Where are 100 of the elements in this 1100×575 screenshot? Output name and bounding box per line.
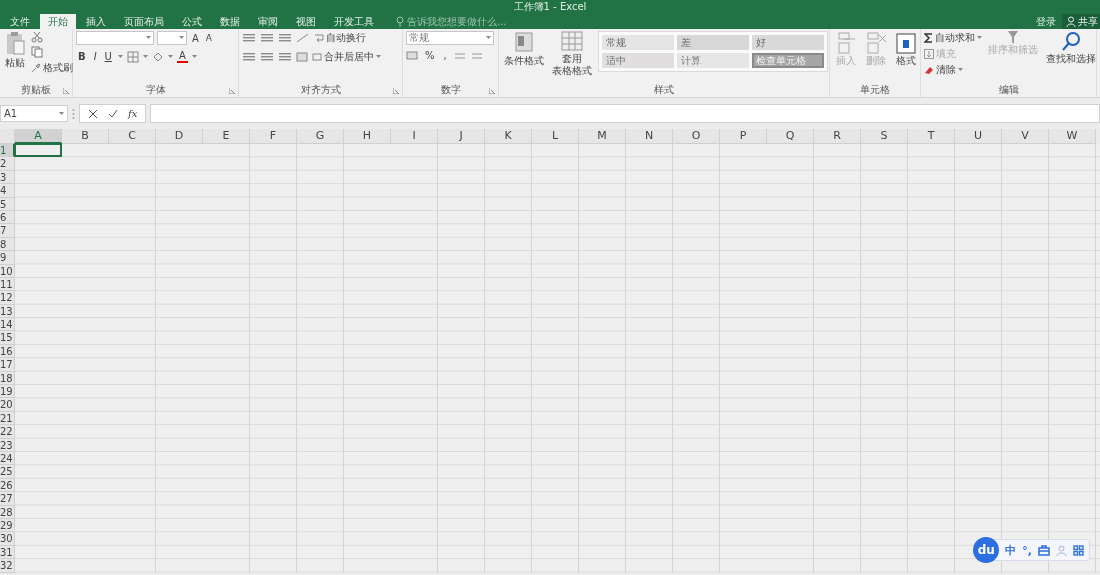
column-header[interactable]: N [626,129,673,144]
row-header[interactable]: 19 [0,385,15,399]
number-format-field[interactable]: 常规 [406,31,494,45]
cancel-icon[interactable] [88,108,98,119]
row-header[interactable]: 12 [0,291,15,305]
row-header[interactable]: 20 [0,398,15,412]
funnel-icon [1008,31,1018,44]
wrap-text-button[interactable]: 自动换行 [314,31,366,45]
dialog-launcher-icon[interactable] [489,88,495,94]
column-header[interactable]: H [344,129,391,144]
autosum-button[interactable]: 自动求和 [924,31,982,45]
cells-button[interactable]: 格式 [893,31,919,67]
column-header[interactable]: L [532,129,579,144]
scissors-icon[interactable] [31,31,43,43]
format-painter-button[interactable]: 格式刷 [31,61,73,75]
cell-style[interactable]: 计算 [677,53,749,68]
ribbon-tab[interactable]: 页面布局 [116,14,172,29]
underline-button[interactable]: U [102,51,114,62]
cell-style[interactable]: 好 [752,35,824,50]
column-header[interactable]: U [955,129,1002,144]
column-header[interactable]: F [250,129,297,144]
conditional-format-button[interactable]: 条件格式 [502,31,546,67]
cell-style[interactable]: 差 [677,35,749,50]
ribbon-tab[interactable]: 开始 [40,14,76,29]
fill-down-icon [924,49,934,59]
sign-in-link[interactable]: 登录 [1032,14,1060,29]
share-button[interactable]: 共享 [1062,14,1100,29]
punctuation-toggle[interactable]: °, [1022,543,1032,557]
column-header[interactable]: Q [767,129,814,144]
grow-font-button[interactable]: A [190,32,201,44]
row-header[interactable]: 9 [0,251,15,265]
sigma-icon [924,33,933,43]
font-name-field[interactable] [76,31,154,45]
name-box[interactable]: A1 [0,105,68,122]
row-header[interactable]: 17 [0,358,15,372]
cell-style[interactable]: 常规 [602,35,674,50]
lightbulb-icon [396,16,404,27]
column-header[interactable]: O [673,129,720,144]
bold-button[interactable]: B [76,51,88,62]
ribbon-tab[interactable]: 审阅 [250,14,286,29]
row-header[interactable]: 14 [0,318,15,332]
caret-icon [191,54,197,59]
column-header[interactable]: V [1002,129,1049,144]
dialog-launcher-icon[interactable] [229,88,235,94]
ribbon-tab[interactable]: 文件 [2,14,38,29]
column-header[interactable]: M [579,129,626,144]
row-header[interactable]: 30 [0,532,15,546]
column-header[interactable]: P [720,129,767,144]
column-header[interactable]: J [438,129,485,144]
grid-icon[interactable] [1073,544,1084,556]
column-header[interactable]: B [62,129,109,144]
column-header[interactable]: G [297,129,344,144]
row-header[interactable]: 2 [0,157,15,171]
italic-button[interactable]: I [91,51,99,62]
align-center-icon [260,52,274,62]
ribbon-tab[interactable]: 视图 [288,14,324,29]
comma-button[interactable]: , [441,50,449,61]
active-cell[interactable] [14,143,62,158]
font-color-button[interactable]: A [176,50,188,63]
copy-icon[interactable] [31,46,43,58]
shrink-font-button[interactable]: A [203,32,214,44]
row-header[interactable]: 15 [0,331,15,345]
row-header[interactable]: 32 [0,559,15,573]
column-header[interactable]: W [1049,129,1096,144]
row-header[interactable]: 25 [0,465,15,479]
find-select-button[interactable]: 查找和选择 [1044,31,1098,65]
merge-center-button[interactable]: 合并后居中 [312,50,381,64]
column-header[interactable]: D [156,129,203,144]
input-mode-toggle[interactable]: 中 [1005,542,1017,558]
column-header[interactable]: C [109,129,156,144]
column-header[interactable]: E [203,129,250,144]
percent-button[interactable]: % [423,50,437,61]
user-icon[interactable] [1056,544,1067,556]
insert-function-button[interactable]: fx [128,108,138,119]
check-icon[interactable] [108,108,118,119]
caret-icon [59,111,64,116]
format-as-table-button[interactable]: 套用 表格格式 [550,31,594,77]
font-size-field[interactable] [157,31,187,45]
row-header[interactable]: 27 [0,492,15,506]
ribbon-tab[interactable]: 数据 [212,14,248,29]
row-header[interactable]: 7 [0,224,15,238]
toolbox-icon[interactable] [1038,544,1050,556]
column-header[interactable]: S [861,129,908,144]
formula-input[interactable] [150,104,1100,123]
dialog-launcher-icon[interactable] [63,88,69,94]
cell-style[interactable]: 适中 [602,53,674,68]
align-middle-icon [260,33,274,43]
dialog-launcher-icon[interactable] [393,88,399,94]
column-header[interactable]: K [485,129,532,144]
ribbon-tab[interactable]: 公式 [174,14,210,29]
clear-button[interactable]: 清除 [924,63,982,77]
ribbon-tab[interactable]: 插入 [78,14,114,29]
row-header[interactable]: 22 [0,425,15,439]
column-header[interactable]: R [814,129,861,144]
column-header[interactable]: T [908,129,955,144]
row-header[interactable]: 4 [0,184,15,198]
column-header[interactable]: I [391,129,438,144]
paste-button[interactable]: 粘贴 [3,31,27,69]
ribbon-tab[interactable]: 开发工具 [326,14,382,29]
borders-icon[interactable] [126,50,139,63]
